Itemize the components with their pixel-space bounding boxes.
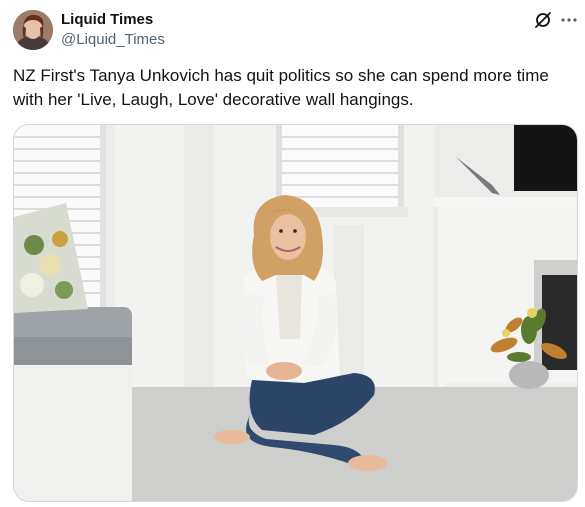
photo-woman-seated-on-carpet <box>14 125 577 501</box>
tweet-text: NZ First's Tanya Unkovich has quit polit… <box>13 66 549 109</box>
tweet-photo[interactable] <box>13 124 578 502</box>
avatar[interactable] <box>13 10 53 50</box>
more-options-icon[interactable] <box>559 10 579 30</box>
author-name[interactable]: Liquid Times <box>61 11 153 29</box>
grok-icon[interactable] <box>533 10 553 30</box>
tweet: Liquid Times @Liquid_Times NZ First's Ta… <box>0 0 585 507</box>
author-handle[interactable]: @Liquid_Times <box>61 31 165 49</box>
avatar-image <box>13 10 53 50</box>
